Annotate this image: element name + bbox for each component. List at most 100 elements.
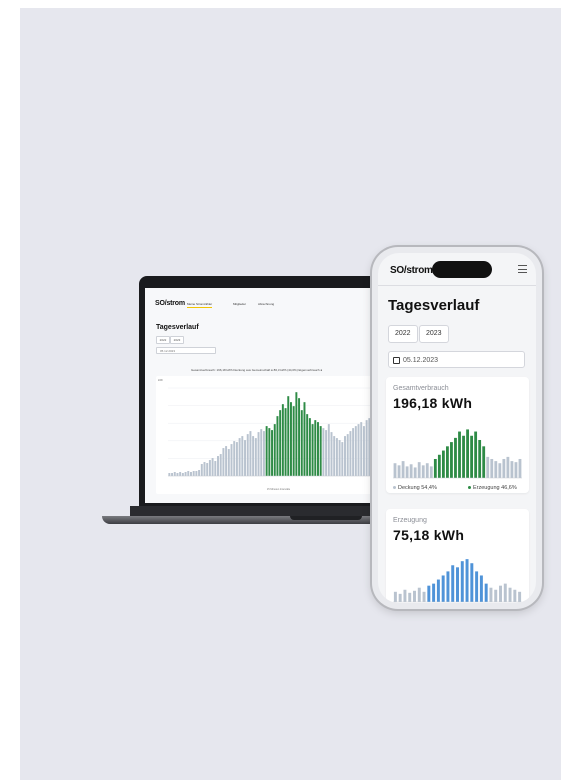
bar-highlight [311, 424, 314, 476]
bar-highlight [446, 571, 450, 602]
bar-consumption [192, 471, 195, 476]
dynamic-island [432, 261, 492, 278]
bar-highlight [427, 585, 431, 602]
bar-highlight [466, 429, 469, 478]
bar-highlight [465, 559, 469, 602]
bar-consumption [222, 448, 225, 476]
bar-consumption [225, 446, 228, 476]
bar-consumption [514, 462, 518, 478]
laptop-screen: SO/strom Meine Stromzähler Mitglieder Ab… [145, 288, 403, 503]
bar-highlight [437, 454, 441, 478]
bar-highlight [436, 579, 440, 602]
bar-consumption [405, 466, 409, 478]
bar-consumption [368, 418, 371, 476]
bar-highlight [295, 392, 298, 476]
bar-consumption [494, 461, 498, 478]
date-picker-mobile[interactable]: 05.12.2023 [388, 351, 525, 368]
bar-consumption [401, 461, 405, 478]
bar-highlight [450, 442, 453, 478]
bar-highlight [279, 410, 282, 476]
bar-consumption [338, 440, 341, 476]
phone-frame: SO/strom Tagesverlauf 2022 2023 05.12.20… [372, 247, 542, 609]
bar-consumption [513, 589, 517, 602]
hero-canvas: SO/strom Meine Stromzähler Mitglieder Ab… [20, 8, 561, 780]
bar-consumption [506, 456, 510, 478]
bar-consumption [508, 587, 512, 602]
bar-highlight [319, 426, 322, 476]
bar-consumption [187, 471, 190, 476]
bar-consumption [403, 589, 407, 602]
bar-consumption [233, 441, 236, 476]
bar-consumption [335, 438, 338, 476]
page-title: Tagesverlauf [156, 324, 199, 331]
bar-consumption [235, 442, 238, 476]
bar-consumption [422, 591, 426, 602]
year-tab-2023-mobile[interactable]: 2023 [419, 325, 449, 343]
year-tab-2023[interactable]: 2023 [170, 336, 184, 344]
bar-consumption [498, 463, 502, 478]
legend-deckung: Deckung 54,4% [393, 485, 437, 491]
bar-consumption [203, 462, 206, 476]
bar-highlight [458, 431, 461, 478]
bar-highlight [308, 418, 311, 476]
bar-consumption [241, 436, 244, 476]
bar-consumption [262, 431, 265, 476]
year-tab-2022[interactable]: 2022 [156, 336, 170, 344]
bar-highlight [470, 563, 474, 602]
bar-consumption [421, 465, 425, 478]
bar-consumption [168, 473, 171, 476]
daily-chart: kWh 15 Minuten Intervalle [156, 376, 401, 494]
date-value: 05.12.2023 [403, 357, 439, 364]
bar-highlight [432, 583, 436, 602]
bar-consumption [179, 472, 182, 476]
nav-item-mitglieder[interactable]: Mitglieder [233, 302, 246, 306]
bar-consumption [499, 585, 502, 602]
calendar-icon [393, 356, 400, 364]
bar-highlight [433, 458, 437, 478]
brand-logo[interactable]: SO/strom [155, 300, 185, 307]
production-chart [393, 559, 522, 603]
year-tab-2022-mobile[interactable]: 2022 [388, 325, 418, 343]
consumption-card[interactable]: Gesamtverbrauch 196,18 kWh Deckung 54,4%… [386, 377, 529, 493]
bar-consumption [362, 426, 365, 476]
bar-consumption [425, 463, 429, 478]
bar-consumption [409, 464, 413, 478]
date-picker[interactable]: 05.12.2023 [156, 347, 216, 354]
bar-consumption [397, 465, 401, 478]
hamburger-menu-icon[interactable] [518, 265, 527, 273]
bar-consumption [244, 440, 246, 476]
page-title-mobile: Tagesverlauf [388, 297, 480, 314]
production-card[interactable]: Erzeugung 75,18 kWh [386, 509, 529, 603]
laptop-notch [290, 516, 362, 520]
bar-consumption [518, 591, 522, 602]
bar-highlight [284, 408, 287, 476]
nav-item-zaehler[interactable]: Meine Stromzähler [187, 302, 213, 308]
bar-highlight [462, 435, 465, 478]
bar-highlight [441, 450, 445, 478]
consumption-chart [393, 429, 522, 479]
brand-logo-mobile[interactable]: SO/strom [390, 265, 433, 276]
legend-erzeugung-text: Erzeugung 46,6% [473, 485, 517, 491]
legend-deckung-text: Deckung 54,4% [398, 485, 437, 491]
bar-consumption [257, 432, 260, 476]
header-divider [378, 285, 536, 286]
bar-consumption [200, 464, 203, 476]
bar-consumption [260, 429, 263, 476]
bar-highlight [292, 406, 295, 476]
nav-item-abrechnung[interactable]: Abrechnung [258, 302, 274, 306]
bar-highlight [317, 422, 319, 476]
bar-consumption [360, 422, 363, 476]
bar-consumption [494, 589, 498, 602]
bar-consumption [393, 463, 397, 478]
bar-consumption [398, 593, 402, 602]
bar-highlight [271, 430, 274, 476]
bar-consumption [238, 438, 241, 476]
bar-consumption [333, 436, 336, 476]
bar-consumption [344, 436, 346, 476]
bar-consumption [346, 434, 349, 476]
bar-consumption [327, 424, 330, 476]
bar-consumption [214, 461, 217, 476]
bar-consumption [352, 428, 355, 476]
bar-consumption [230, 444, 233, 476]
bar-consumption [357, 424, 360, 476]
